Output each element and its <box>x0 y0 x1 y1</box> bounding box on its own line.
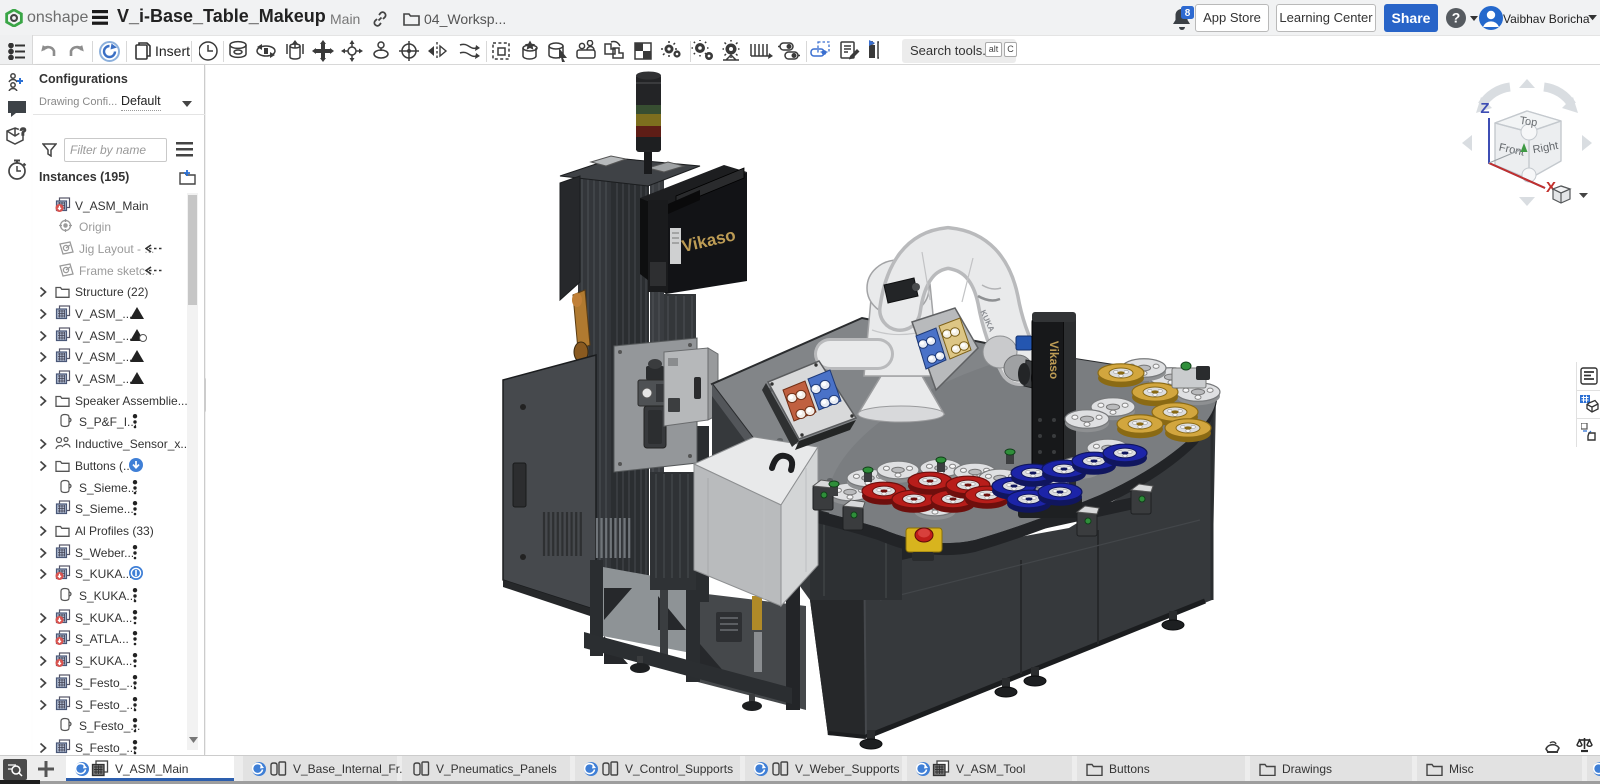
svg-text:Top: Top <box>1519 115 1538 129</box>
svg-text:8: 8 <box>1185 8 1191 19</box>
svg-text:Z: Z <box>1480 100 1489 117</box>
svg-text:Vikaso: Vikaso <box>1047 341 1061 379</box>
svg-text:?: ? <box>1452 10 1461 26</box>
svg-text:?: ? <box>20 127 26 138</box>
